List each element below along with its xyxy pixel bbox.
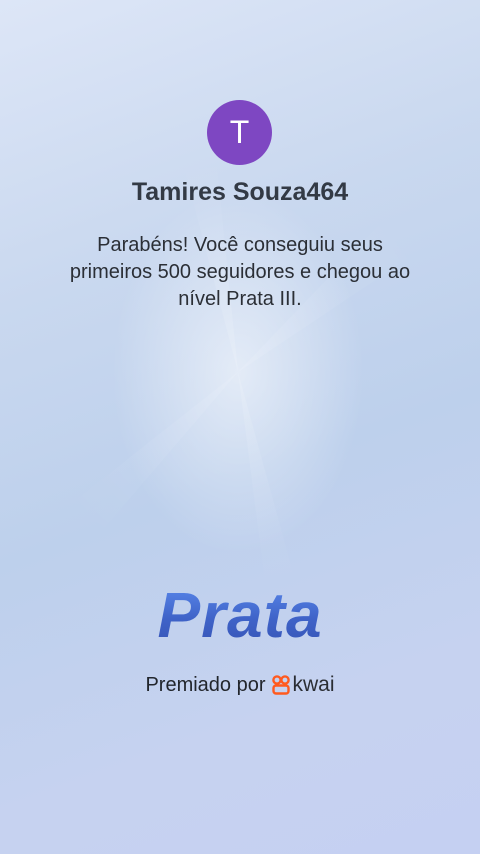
awarded-by: Premiado por kwai	[0, 673, 480, 697]
brand-name: kwai	[292, 673, 335, 696]
level-title: Prata	[0, 578, 480, 652]
avatar-initial: T	[229, 114, 250, 150]
kwai-logo-icon	[271, 675, 290, 695]
congratulations-message: Parabéns! Você conseguiu seus primeiros …	[69, 234, 411, 310]
username: Tamires Souza464	[131, 178, 349, 206]
avatar: T	[207, 100, 272, 165]
awarded-by-label: Premiado por	[145, 673, 266, 696]
